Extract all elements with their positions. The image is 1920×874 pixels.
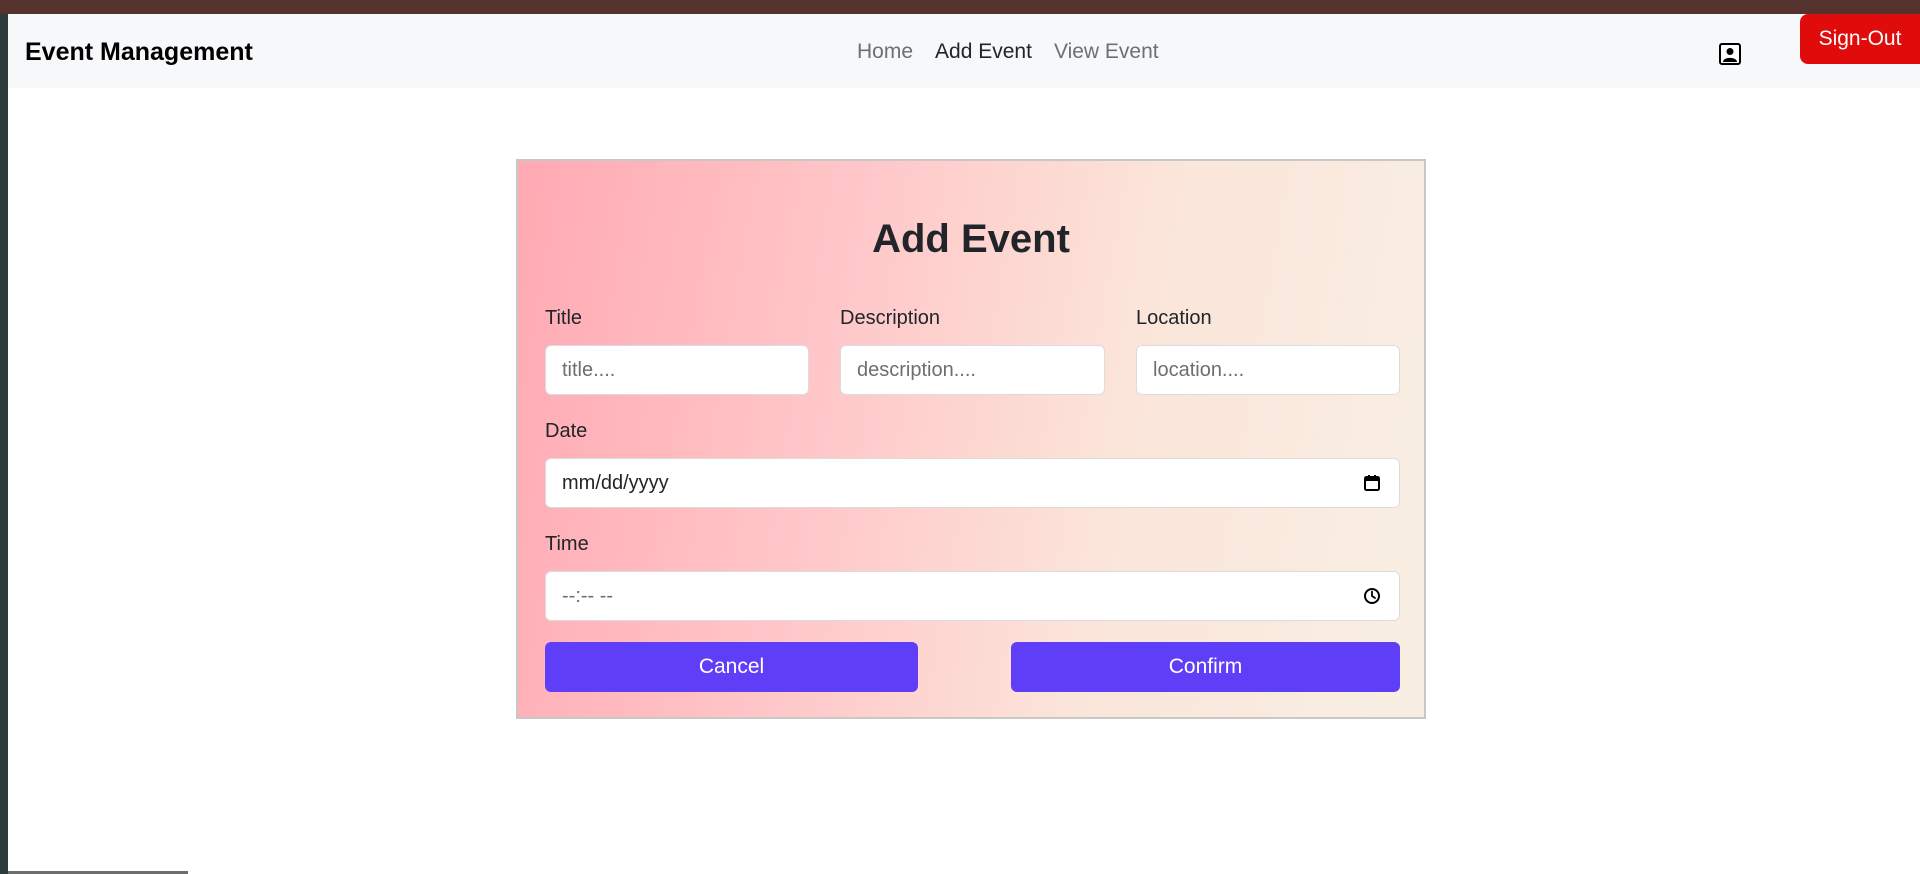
brand-title[interactable]: Event Management	[25, 38, 253, 67]
window-left-edge	[0, 14, 8, 874]
calendar-icon[interactable]	[1363, 474, 1381, 492]
description-input[interactable]: description....	[840, 345, 1105, 395]
nav-links: Home Add Event View Event	[857, 40, 1159, 64]
title-label: Title	[545, 307, 583, 329]
date-input[interactable]: mm/dd/yyyy	[545, 458, 1400, 508]
date-value: mm/dd/yyyy	[562, 472, 669, 494]
add-event-card: Add Event Title title.... Description de…	[516, 159, 1426, 719]
cancel-button[interactable]: Cancel	[545, 642, 918, 692]
time-label: Time	[545, 533, 589, 555]
nav-link-view-event[interactable]: View Event	[1054, 40, 1159, 64]
description-label: Description	[840, 307, 941, 329]
time-value: --:-- --	[562, 585, 614, 607]
location-input[interactable]: location....	[1136, 345, 1400, 395]
location-label: Location	[1136, 307, 1212, 329]
confirm-button[interactable]: Confirm	[1011, 642, 1400, 692]
nav-link-add-event[interactable]: Add Event	[935, 40, 1032, 64]
person-badge-icon[interactable]	[1719, 43, 1741, 65]
time-input[interactable]: --:-- --	[545, 571, 1400, 621]
date-label: Date	[545, 420, 588, 442]
nav-link-home[interactable]: Home	[857, 40, 913, 64]
form-title: Add Event	[872, 217, 1070, 261]
title-input[interactable]: title....	[545, 345, 809, 395]
navbar: Event Management Home Add Event View Eve…	[8, 14, 1920, 88]
sign-out-button[interactable]: Sign-Out	[1800, 14, 1920, 64]
clock-icon[interactable]	[1363, 587, 1381, 605]
browser-top-strip	[0, 0, 1920, 14]
